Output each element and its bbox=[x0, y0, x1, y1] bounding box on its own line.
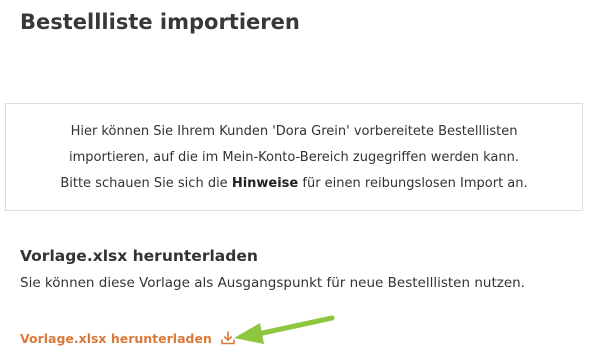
info-line-1: Hier können Sie Ihrem Kunden 'Dora Grein… bbox=[70, 124, 518, 139]
page-title: Bestellliste importieren bbox=[20, 10, 300, 34]
info-text: Hier können Sie Ihrem Kunden 'Dora Grein… bbox=[6, 119, 582, 197]
info-line-3: Bitte schauen Sie sich die Hinweise für … bbox=[6, 171, 582, 197]
info-box: Hier können Sie Ihrem Kunden 'Dora Grein… bbox=[5, 103, 583, 211]
info-line-3-start: Bitte schauen Sie sich die bbox=[60, 176, 232, 191]
info-line-2: importieren, auf die im Mein-Konto-Berei… bbox=[69, 150, 519, 165]
download-template-label: Vorlage.xlsx herunterladen bbox=[20, 330, 212, 346]
hinweise-link[interactable]: Hinweise bbox=[232, 176, 298, 191]
annotation-arrow-icon bbox=[234, 315, 335, 344]
template-section-title: Vorlage.xlsx herunterladen bbox=[20, 247, 258, 265]
info-line-3-end: für einen reibungslosen Import an. bbox=[298, 176, 528, 191]
download-template-link[interactable]: Vorlage.xlsx herunterladen bbox=[20, 330, 236, 346]
template-section-description: Sie können diese Vorlage als Ausgangspun… bbox=[20, 275, 525, 291]
